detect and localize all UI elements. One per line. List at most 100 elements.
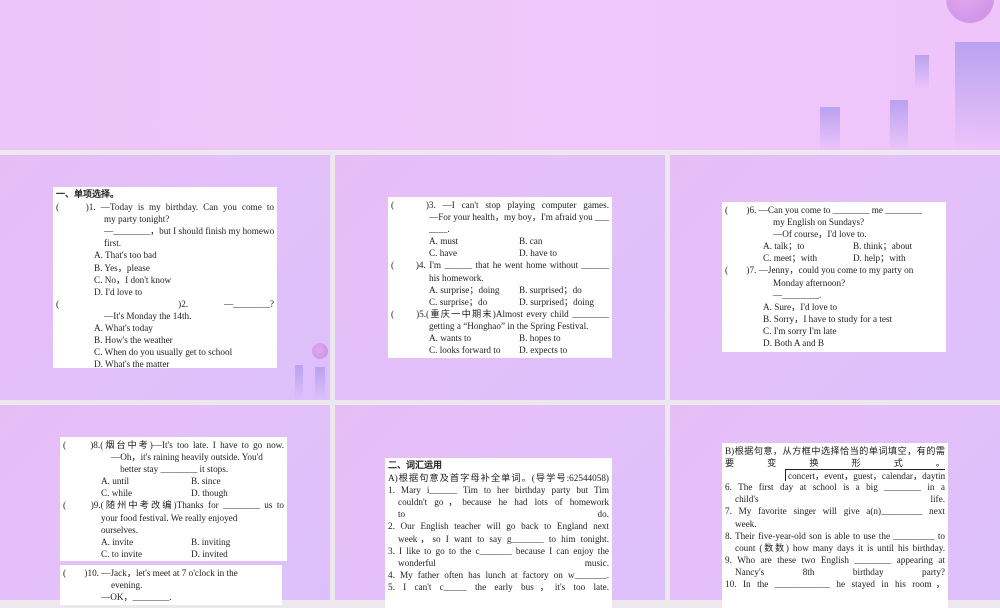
exercise-line: Nancy's 8th birthday party? <box>735 566 945 577</box>
question-text: Monday afternoon? <box>773 277 846 288</box>
exercise-line: B)根据句意，从方框中选择恰当的单词填空，有的需 <box>725 446 945 456</box>
option: A. That's too bad <box>94 250 157 261</box>
option: D. I'd love to <box>94 286 143 297</box>
answer-options: C. while D. though <box>63 487 284 499</box>
exercise-line: 2. Our English teacher will go back to E… <box>388 521 609 532</box>
question-text: my party tonight? <box>104 214 170 225</box>
question-text: my English on Sundays? <box>773 217 865 228</box>
option: B. since <box>191 476 221 487</box>
answer-options: A. talk；to B. think；about <box>725 240 943 252</box>
option: B. inviting <box>191 536 231 547</box>
option: C. while <box>101 488 133 499</box>
exercise-line: 8. Their five-year-old son is able to us… <box>725 530 945 541</box>
exercise-line: 10. In the ____________ he stayed in his… <box>725 579 945 590</box>
exercise-line: 3. I like to go to the c_______ because … <box>388 545 609 556</box>
question-line: ( )3. —I can't stop playing computer gam… <box>391 200 609 210</box>
question-text: —For your health，my boy，I'm afraid you _… <box>429 212 609 223</box>
exercise-line: week，so I want to say g_______ to him to… <box>398 533 609 544</box>
option: C. meet；with <box>763 253 818 264</box>
question-line: ( )1. —Today is my birthday. Can you com… <box>56 202 274 213</box>
option: D. What's the matter <box>94 359 170 370</box>
answer-options: A. invite B. inviting <box>63 536 284 548</box>
answer-options: C. to invite D. invited <box>63 548 284 560</box>
question-text: evening. <box>111 580 143 591</box>
exercise-card-6: B)根据句意，从方框中选择恰当的单词填空，有的需 要变换形式。 concert，ev… <box>722 443 948 608</box>
exercise-line: 6. The first day at school is a big ____… <box>725 482 945 493</box>
answer-options: C. looks forward to D. expects to <box>391 344 609 356</box>
option: A. must <box>429 236 459 247</box>
option: B. Yes，please <box>94 262 150 273</box>
exercise-line: 5. I can't c_____ the early bus，it's too… <box>388 581 609 592</box>
exercise-line: 4. My father often has lunch at factory … <box>388 569 609 580</box>
option: B. think；about <box>853 241 913 252</box>
exercise-line: 7. My favorite singer will give a(n)____… <box>725 506 945 517</box>
question-line: ( )5.(重庆一中期末)Almost every child ________ <box>391 308 609 319</box>
option: C. surprise；do <box>429 296 488 307</box>
exercise-line: count (数数) how many days it is until his… <box>735 542 945 553</box>
option: A. until <box>101 476 130 487</box>
option: A. wants to <box>429 333 472 344</box>
exercise-line: child's life. <box>735 494 945 505</box>
question-text: ourselves. <box>101 524 138 535</box>
question-text: —It's Monday the 14th. <box>104 310 192 321</box>
question-line: ( )4. I'm ______ that he went home witho… <box>391 260 609 271</box>
exercise-card-3: ( )6. —Can you come to ________ me _____… <box>722 202 946 352</box>
option: B. surprised；do <box>519 284 582 295</box>
building-decoration <box>915 55 929 90</box>
option: B. hopes to <box>519 333 561 344</box>
exercise-card-4b: ( )10. —Jack，let's meet at 7 o'clock in … <box>60 565 282 605</box>
title-banner <box>0 0 1000 150</box>
option: D. surprised；doing <box>519 296 595 307</box>
question-text: getting a “Honghao” in the Spring Festiv… <box>429 320 589 331</box>
question-text: ____. <box>429 224 450 235</box>
exercise-line: wonderful music. <box>398 557 609 568</box>
word-box: concert，event，guest，calendar，daytime <box>725 469 945 482</box>
option: D. invited <box>191 548 228 559</box>
option: D. expects to <box>519 345 568 356</box>
exercise-card-5: 二、词汇运用 A)根据句意及首字母补全单词。(导学号:62544058) 1. Ma… <box>385 458 612 608</box>
exercise-card-2: ( )3. —I can't stop playing computer gam… <box>388 197 612 358</box>
option: A. talk；to <box>763 241 805 252</box>
exercise-line: A)根据句意及首字母补全单词。(导学号:62544058) <box>388 473 609 484</box>
exercise-line: 1. Mary i______ Tim to her birthday part… <box>388 485 609 496</box>
building-decoration <box>295 365 303 400</box>
answer-options: C. have D. have to <box>391 247 609 259</box>
option: B. can <box>519 236 543 247</box>
exercise-card-1: 一、单项选择。 ( )1. —Today is my birthday. Can … <box>53 187 277 370</box>
question-text: —Oh，it's raining heavily outside. You'd <box>111 452 263 463</box>
option: C. looks forward to <box>429 345 501 356</box>
exercise-card-4: ( )8.(烟台中考)—It's too late. I have to go … <box>60 437 287 561</box>
option: C. When do you usually get to school <box>94 347 233 358</box>
option: A. Sure，I'd love to <box>763 301 838 312</box>
option: C. to invite <box>101 548 143 559</box>
answer-options: C. meet；with D. help；with <box>725 252 943 264</box>
option: D. Both A and B <box>763 338 825 349</box>
question-line: ( )9.(随州中考改编)Thanks for ________ us to <box>63 500 284 511</box>
exercise-line: 9. Who are these two English ________ ap… <box>725 554 945 565</box>
question-text: his homework. <box>429 272 484 283</box>
option: A. What's today <box>94 323 153 334</box>
question-text: —Of course，I'd love to. <box>773 229 867 240</box>
question-line: ( )6. —Can you come to ________ me _____… <box>725 205 922 215</box>
exercise-line: to do. <box>398 509 609 520</box>
question-text: better stay ________ it stops. <box>111 464 229 475</box>
option: C. No，I don't know <box>94 274 172 285</box>
question-line: ( )8.(烟台中考)—It's too late. I have to go … <box>63 440 284 450</box>
question-line: ( )7. —Jenny，could you come to my party … <box>725 265 914 276</box>
section-heading: 一、单项选择。 <box>56 190 120 200</box>
section-heading: 二、词汇运用 <box>388 461 443 471</box>
question-line: ( )2. —________? <box>56 298 274 309</box>
option: C. I'm sorry I'm late <box>763 325 837 336</box>
building-decoration <box>315 367 325 400</box>
option: D. though <box>191 488 228 499</box>
answer-options: A. wants to B. hopes to <box>391 332 609 344</box>
sun-decoration <box>312 343 328 359</box>
question-text: first. <box>104 238 122 249</box>
exercise-line: 要变换形式。 <box>725 458 945 469</box>
question-text: —________，but I should finish my homewor… <box>104 226 274 237</box>
exercise-line: week. <box>735 518 757 529</box>
option: A. invite <box>101 536 134 547</box>
question-line: ( )10. —Jack，let's meet at 7 o'clock in … <box>63 568 238 578</box>
option: C. have <box>429 248 458 259</box>
sun-decoration <box>946 0 994 23</box>
